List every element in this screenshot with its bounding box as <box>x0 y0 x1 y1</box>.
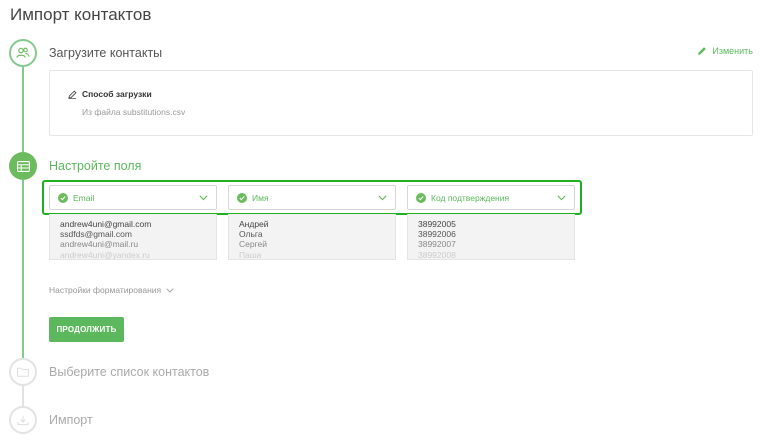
users-icon <box>16 47 30 58</box>
preview-value: andrew4uni@gmail.com <box>60 219 152 229</box>
upload-method-label: Способ загрузки <box>82 89 152 99</box>
format-settings-label: Настройки форматирования <box>49 285 162 295</box>
upload-method-label-row: Способ загрузки <box>68 89 152 99</box>
check-icon <box>58 192 68 203</box>
preview-value: Андрей <box>239 219 269 229</box>
field-select-label: Имя <box>252 192 269 203</box>
progress-rail-pending <box>22 386 24 406</box>
continue-button[interactable]: ПРОДОЛЖИТЬ <box>49 317 124 342</box>
preview-value: 38992005 <box>418 219 456 229</box>
preview-value: andrew4uni@yandex.ru <box>60 249 150 260</box>
preview-value: ssdfds@gmail.com <box>60 229 132 240</box>
step-2-circle <box>9 152 37 180</box>
field-select-email[interactable]: Email <box>49 185 217 210</box>
table-icon <box>16 160 30 172</box>
field-select-label: Email <box>73 192 95 203</box>
step-4-circle <box>9 406 37 434</box>
field-select-confirmation-code[interactable]: Код подтверждения <box>407 185 575 210</box>
download-icon <box>17 415 29 425</box>
preview-value: 38992007 <box>418 239 456 250</box>
upload-info-box: Способ загрузки Из файла substitutions.c… <box>49 70 753 136</box>
chevron-down-icon <box>166 287 174 293</box>
check-icon <box>237 192 247 203</box>
preview-column-email: andrew4uni@gmail.com ssdfds@gmail.com an… <box>49 214 217 260</box>
upload-method-value: Из файла substitutions.csv <box>82 107 186 117</box>
step-1-title: Загрузите контакты <box>49 46 163 60</box>
chevron-down-icon <box>199 194 208 200</box>
step-4-title: Импорт <box>49 413 93 427</box>
edit-link-label: Изменить <box>712 46 753 56</box>
step-2-title: Настройте поля <box>49 159 142 173</box>
preview-value: 38992006 <box>418 229 456 240</box>
check-icon <box>416 192 426 203</box>
progress-rail-done <box>22 67 24 152</box>
preview-column-name: Андрей Ольга Сергей Паша <box>228 214 396 260</box>
field-select-name[interactable]: Имя <box>228 185 396 210</box>
step-1-circle <box>9 39 37 67</box>
preview-value: andrew4uni@mail.ru <box>60 239 139 250</box>
folder-icon <box>17 367 29 377</box>
chevron-down-icon <box>378 194 387 200</box>
pencil-icon <box>68 89 77 99</box>
pencil-icon <box>698 47 707 55</box>
preview-value: Паша <box>239 249 262 260</box>
preview-value: Сергей <box>239 239 267 250</box>
page-title: Импорт контактов <box>10 5 152 24</box>
edit-link[interactable]: Изменить <box>697 46 753 56</box>
field-select-label: Код подтверждения <box>431 192 510 203</box>
step-3-circle <box>9 358 37 386</box>
chevron-down-icon <box>557 194 566 200</box>
step-3-title: Выберите список контактов <box>49 365 210 379</box>
preview-value: 38992008 <box>418 249 456 260</box>
preview-column-confirmation-code: 38992005 38992006 38992007 38992008 <box>407 214 575 260</box>
format-settings-toggle[interactable]: Настройки форматирования <box>49 285 174 295</box>
preview-value: Ольга <box>239 229 263 240</box>
progress-rail-active <box>22 180 24 358</box>
